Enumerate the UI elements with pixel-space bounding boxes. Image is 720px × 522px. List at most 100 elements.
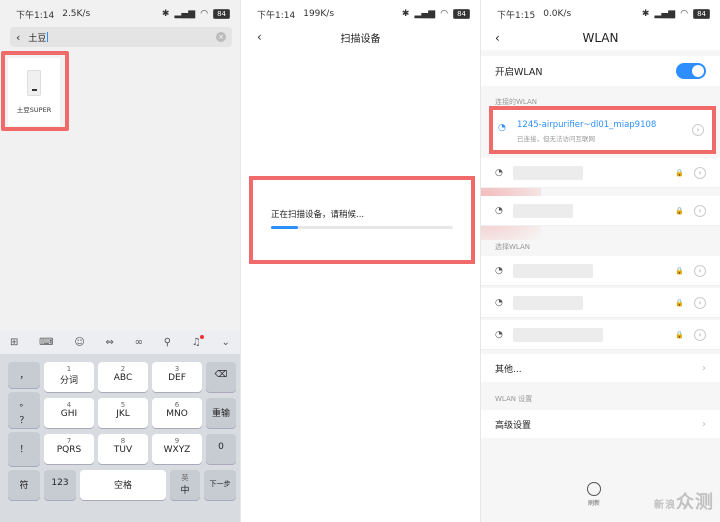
lock-icon: 🔒	[675, 266, 684, 275]
lock-icon: 🔒	[675, 168, 684, 177]
key-2[interactable]: 2 ABC	[98, 362, 148, 392]
status-time: 下午1:14	[257, 10, 296, 21]
next-key[interactable]: 下一步	[204, 470, 236, 500]
signal-icon: ▂▄▆	[654, 9, 676, 19]
network-row[interactable]: ◔ 🔒 ›	[481, 288, 720, 318]
blurred-network-name	[513, 203, 573, 218]
chevron-right-icon: ›	[702, 418, 706, 430]
key-3[interactable]: 3 DEF	[152, 362, 202, 392]
reenter-key[interactable]: 重输	[206, 398, 236, 428]
status-icons: ✱ ▂▄▆ ◠ 84	[162, 9, 230, 19]
wlan-panel: 下午1:15 0.0K/s ✱ ▂▄▆ ◠ 84 ‹ WLAN 开启WLAN 连…	[480, 0, 720, 522]
settings-section-label: WLAN 设置	[495, 395, 533, 403]
connected-network-status: 已连接，但无法访问互联网	[517, 135, 595, 143]
network-detail-icon[interactable]: ›	[694, 328, 706, 341]
highlight-box	[1, 51, 69, 131]
status-time: 下午1:14	[16, 10, 55, 21]
wlan-toggle-row: 开启WLAN	[481, 56, 720, 86]
refresh-icon	[587, 482, 601, 496]
back-icon[interactable]: ‹	[257, 30, 262, 44]
network-row[interactable]: ◔ 🔒 ›	[481, 196, 720, 226]
lock-icon: 🔒	[675, 298, 684, 307]
battery-icon: 84	[693, 9, 710, 19]
wifi-signal-icon: ◔	[495, 329, 503, 340]
emoji-icon[interactable]: ☺	[74, 337, 84, 348]
key-period-question[interactable]: 。？	[8, 392, 40, 428]
chevron-down-icon[interactable]: ⌄	[222, 337, 230, 348]
wifi-signal-icon: ◔	[495, 265, 503, 276]
key-7[interactable]: 7 PQRS	[44, 434, 94, 464]
back-icon[interactable]: ‹	[495, 31, 500, 45]
search-icon[interactable]: ⚲	[164, 337, 171, 348]
blurred-network-name	[513, 263, 593, 278]
text-cursor	[47, 32, 49, 42]
page-header: ‹ 扫描设备	[241, 26, 480, 48]
clear-icon[interactable]: ×	[216, 32, 226, 42]
backspace-key[interactable]: ⌫	[206, 362, 236, 392]
network-detail-icon[interactable]: ›	[694, 166, 706, 179]
connected-network-row[interactable]: ◔ 1245-airpurifier~dl01_miap9108 已连接，但无法…	[489, 106, 716, 154]
cursor-icon[interactable]: ⇔	[106, 337, 114, 348]
search-input[interactable]: 土豆	[28, 31, 46, 44]
num123-key[interactable]: 123	[44, 470, 76, 500]
status-icons: ✱ ▂▄▆ ◠ 84	[642, 9, 710, 19]
wifi-signal-icon: ◔	[495, 205, 503, 216]
signal-icon: ▂▄▆	[174, 9, 196, 19]
scan-progress-bar	[271, 226, 453, 229]
keyboard-icon[interactable]: ⌨	[39, 337, 53, 348]
status-speed: 199K/s	[303, 9, 335, 19]
other-network-label: 其他...	[495, 364, 522, 375]
signal-icon: ▂▄▆	[414, 9, 436, 19]
key-4[interactable]: 4 GHI	[44, 398, 94, 428]
symbol-key[interactable]: 符	[8, 470, 40, 500]
available-section-label: 选择WLAN	[495, 243, 531, 251]
keyboard-toolbar: ⊞ ⌨ ☺ ⇔ ∞ ⚲ ♫ ⌄	[0, 330, 240, 354]
wlan-toggle-label: 开启WLAN	[495, 67, 543, 78]
key-0[interactable]: 0	[206, 434, 236, 464]
status-time: 下午1:15	[497, 10, 536, 21]
key-5[interactable]: 5 JKL	[98, 398, 148, 428]
key-8[interactable]: 8 TUV	[98, 434, 148, 464]
network-detail-icon[interactable]: ›	[694, 264, 706, 277]
mic-icon[interactable]: ♫	[192, 334, 204, 348]
connected-network-name: 1245-airpurifier~dl01_miap9108	[517, 120, 657, 130]
key-exclaim[interactable]: ！	[8, 432, 40, 466]
network-row[interactable]: ◔ 🔒 ›	[481, 320, 720, 350]
network-row[interactable]: ◔ 🔒 ›	[481, 158, 720, 188]
refresh-button[interactable]: 刷新	[587, 482, 601, 507]
other-network-row[interactable]: 其他... ›	[481, 354, 720, 382]
wlan-toggle[interactable]	[676, 63, 706, 79]
back-icon[interactable]: ‹	[16, 31, 20, 44]
link-icon[interactable]: ∞	[135, 337, 143, 348]
battery-icon: 84	[213, 9, 230, 19]
network-detail-icon[interactable]: ›	[694, 204, 706, 217]
keyboard: ⊞ ⌨ ☺ ⇔ ∞ ⚲ ♫ ⌄ ， 。？ ！ 1 分词 2 ABC 3 DEF ⌫ 4…	[0, 330, 240, 522]
language-key[interactable]: 英中	[170, 470, 200, 500]
key-1[interactable]: 1 分词	[44, 362, 94, 392]
lock-icon: 🔒	[675, 330, 684, 339]
network-detail-icon[interactable]: ›	[692, 124, 704, 136]
key-6[interactable]: 6 MNO	[152, 398, 202, 428]
advanced-settings-row[interactable]: 高级设置 ›	[481, 410, 720, 438]
page-header: ‹ WLAN	[481, 26, 720, 50]
page-title: WLAN	[582, 31, 619, 45]
scan-status-text: 正在扫描设备，请稍候...	[271, 210, 365, 220]
wifi-signal-icon: ◔	[495, 297, 503, 308]
space-key[interactable]: 空格	[80, 470, 166, 500]
network-row[interactable]: ◔ 🔒 ›	[481, 256, 720, 286]
bluetooth-icon: ✱	[401, 9, 410, 19]
scan-progress-fill	[271, 226, 299, 229]
search-bar: ‹ 土豆 ×	[10, 27, 232, 47]
advanced-settings-label: 高级设置	[495, 420, 532, 431]
wifi-icon: ◠	[440, 9, 449, 19]
lock-icon: 🔒	[675, 206, 684, 215]
wifi-icon: ◠	[680, 9, 689, 19]
key-9[interactable]: 9 WXYZ	[152, 434, 202, 464]
status-bar: 下午1:14 199K/s ✱ ▂▄▆ ◠ 84	[241, 0, 480, 28]
status-bar: 下午1:14 2.5K/s ✱ ▂▄▆ ◠ 84	[0, 0, 240, 28]
chevron-right-icon: ›	[702, 362, 706, 374]
key-comma[interactable]: ，	[8, 362, 40, 388]
status-icons: ✱ ▂▄▆ ◠ 84	[402, 9, 470, 19]
network-detail-icon[interactable]: ›	[694, 296, 706, 309]
grid-icon[interactable]: ⊞	[10, 337, 18, 348]
